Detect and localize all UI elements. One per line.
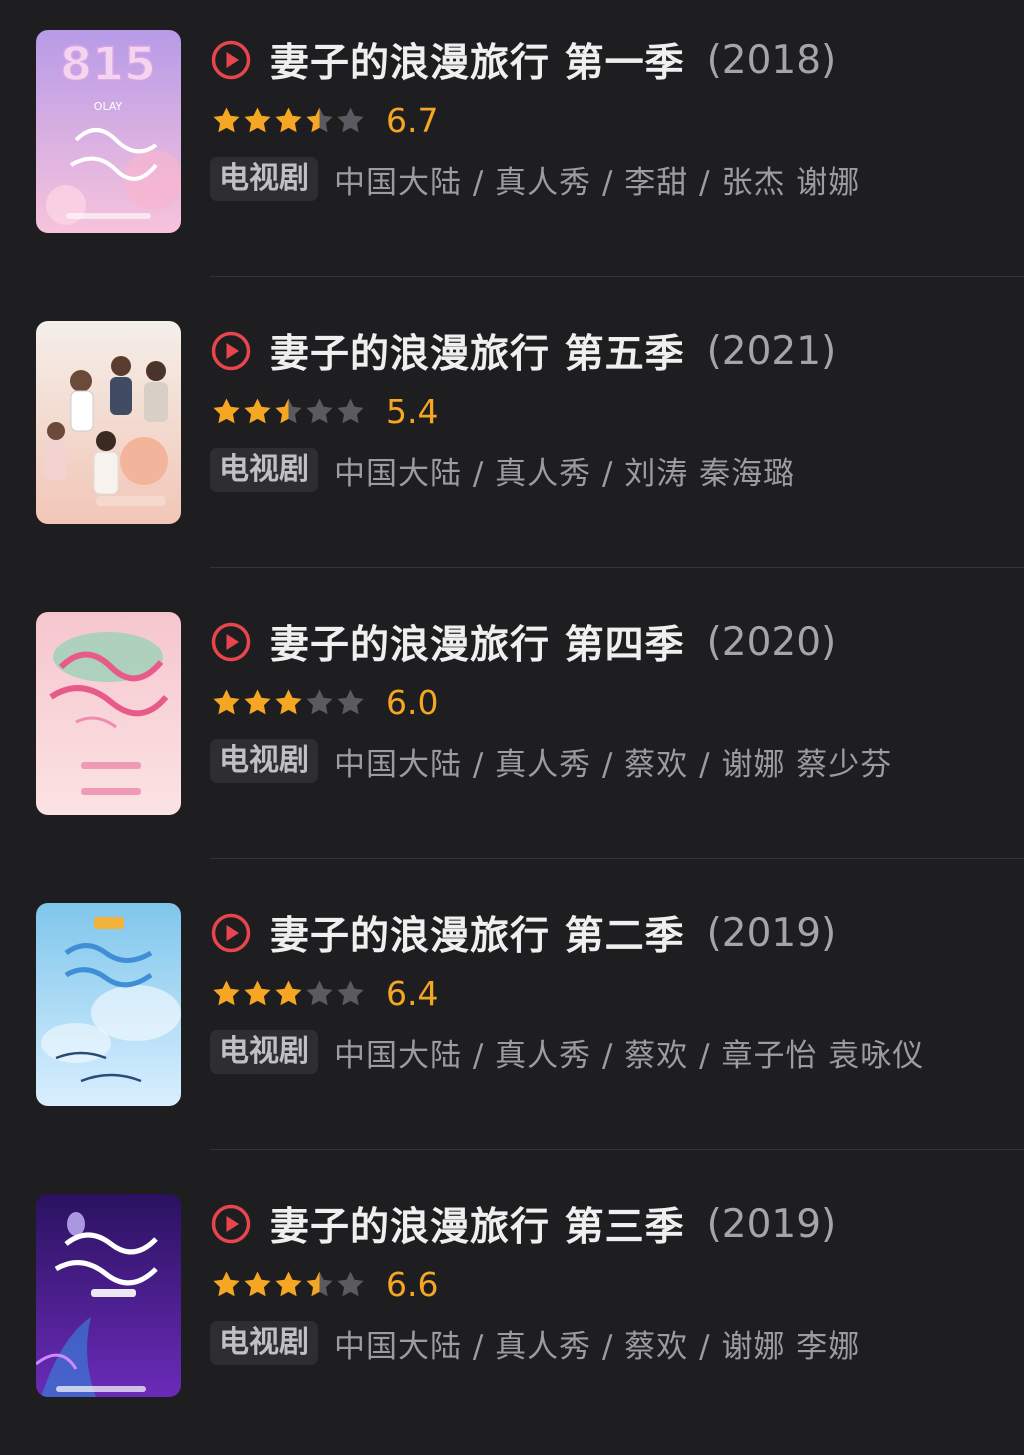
divider: [210, 567, 1024, 568]
star-empty-icon: [337, 107, 364, 133]
star-filled-icon: [213, 398, 240, 424]
play-icon[interactable]: [210, 912, 252, 954]
rating: 6.0: [211, 682, 438, 722]
item-info: 中国大陆 / 真人秀 / 李甜 / 张杰 谢娜: [334, 164, 861, 201]
play-icon[interactable]: [210, 1203, 252, 1245]
rating: 6.6: [211, 1264, 438, 1304]
star-filled-icon: [244, 689, 271, 715]
item-year: (2019): [706, 910, 837, 956]
play-icon[interactable]: [210, 330, 252, 372]
divider: [210, 1149, 1024, 1150]
star-filled-icon: [213, 980, 240, 1006]
star-empty-icon: [337, 1271, 364, 1297]
item-year: (2019): [706, 1201, 837, 1247]
list-item[interactable]: 妻子的浪漫旅行 第三季 (2019) 6.6 电视剧 中国大陆 / 真人秀 / …: [0, 1164, 1024, 1455]
poster-image[interactable]: [36, 903, 181, 1106]
item-year: (2020): [706, 619, 837, 665]
play-icon[interactable]: [210, 621, 252, 663]
star-filled-icon: [244, 107, 271, 133]
item-title[interactable]: 妻子的浪漫旅行 第一季: [270, 32, 685, 88]
item-year: (2018): [706, 37, 837, 83]
type-tag: 电视剧: [210, 157, 318, 201]
poster-logo-text: 815: [60, 37, 156, 91]
star-filled-icon: [244, 398, 271, 424]
star-empty-icon: [337, 689, 364, 715]
star-half-icon: [275, 398, 302, 424]
star-rating: [211, 1269, 366, 1299]
item-title[interactable]: 妻子的浪漫旅行 第四季: [270, 614, 685, 670]
list-item[interactable]: 815 OLAY 妻子的浪漫旅行 第一季 (2018) 6.7 电视剧 中国大陆…: [0, 0, 1024, 291]
list-item[interactable]: 妻子的浪漫旅行 第四季 (2020) 6.0 电视剧 中国大陆 / 真人秀 / …: [0, 582, 1024, 873]
star-rating: [211, 105, 366, 135]
rating-score: 6.7: [386, 100, 439, 140]
rating-score: 5.4: [386, 391, 439, 431]
poster-image[interactable]: [36, 321, 181, 524]
rating-score: 6.4: [386, 973, 439, 1013]
star-empty-icon: [306, 689, 333, 715]
svg-text:OLAY: OLAY: [94, 100, 123, 113]
rating-score: 6.0: [386, 682, 439, 722]
star-filled-icon: [275, 689, 302, 715]
item-year: (2021): [706, 328, 837, 374]
star-filled-icon: [275, 107, 302, 133]
item-info: 中国大陆 / 真人秀 / 蔡欢 / 谢娜 蔡少芬: [334, 746, 893, 783]
star-empty-icon: [306, 398, 333, 424]
star-filled-icon: [213, 689, 240, 715]
type-tag: 电视剧: [210, 448, 318, 492]
rating-score: 6.6: [386, 1264, 439, 1304]
star-half-icon: [306, 1271, 333, 1297]
list-item[interactable]: 妻子的浪漫旅行 第五季 (2021) 5.4 电视剧 中国大陆 / 真人秀 / …: [0, 291, 1024, 582]
poster-image[interactable]: [36, 612, 181, 815]
item-info: 中国大陆 / 真人秀 / 蔡欢 / 章子怡 袁咏仪: [334, 1037, 925, 1074]
star-empty-icon: [337, 980, 364, 1006]
list-item[interactable]: 妻子的浪漫旅行 第二季 (2019) 6.4 电视剧 中国大陆 / 真人秀 / …: [0, 873, 1024, 1164]
star-filled-icon: [275, 1271, 302, 1297]
rating: 5.4: [211, 391, 438, 431]
star-rating: [211, 396, 366, 426]
poster-image[interactable]: [36, 1194, 181, 1397]
star-filled-icon: [275, 980, 302, 1006]
star-empty-icon: [306, 980, 333, 1006]
star-filled-icon: [213, 107, 240, 133]
type-tag: 电视剧: [210, 1321, 318, 1365]
star-half-icon: [306, 107, 333, 133]
item-title[interactable]: 妻子的浪漫旅行 第三季: [270, 1196, 685, 1252]
item-info: 中国大陆 / 真人秀 / 蔡欢 / 谢娜 李娜: [334, 1328, 861, 1365]
rating: 6.4: [211, 973, 438, 1013]
star-filled-icon: [244, 980, 271, 1006]
type-tag: 电视剧: [210, 1030, 318, 1074]
star-filled-icon: [244, 1271, 271, 1297]
star-filled-icon: [213, 1271, 240, 1297]
type-tag: 电视剧: [210, 739, 318, 783]
rating: 6.7: [211, 100, 438, 140]
divider: [210, 858, 1024, 859]
poster-image[interactable]: 815 OLAY: [36, 30, 181, 233]
play-icon[interactable]: [210, 39, 252, 81]
star-rating: [211, 687, 366, 717]
item-title[interactable]: 妻子的浪漫旅行 第二季: [270, 905, 685, 961]
divider: [210, 276, 1024, 277]
star-rating: [211, 978, 366, 1008]
item-title[interactable]: 妻子的浪漫旅行 第五季: [270, 323, 685, 379]
item-info: 中国大陆 / 真人秀 / 刘涛 秦海璐: [334, 455, 796, 492]
results-list: 815 OLAY 妻子的浪漫旅行 第一季 (2018) 6.7 电视剧 中国大陆…: [0, 0, 1024, 1413]
star-empty-icon: [337, 398, 364, 424]
